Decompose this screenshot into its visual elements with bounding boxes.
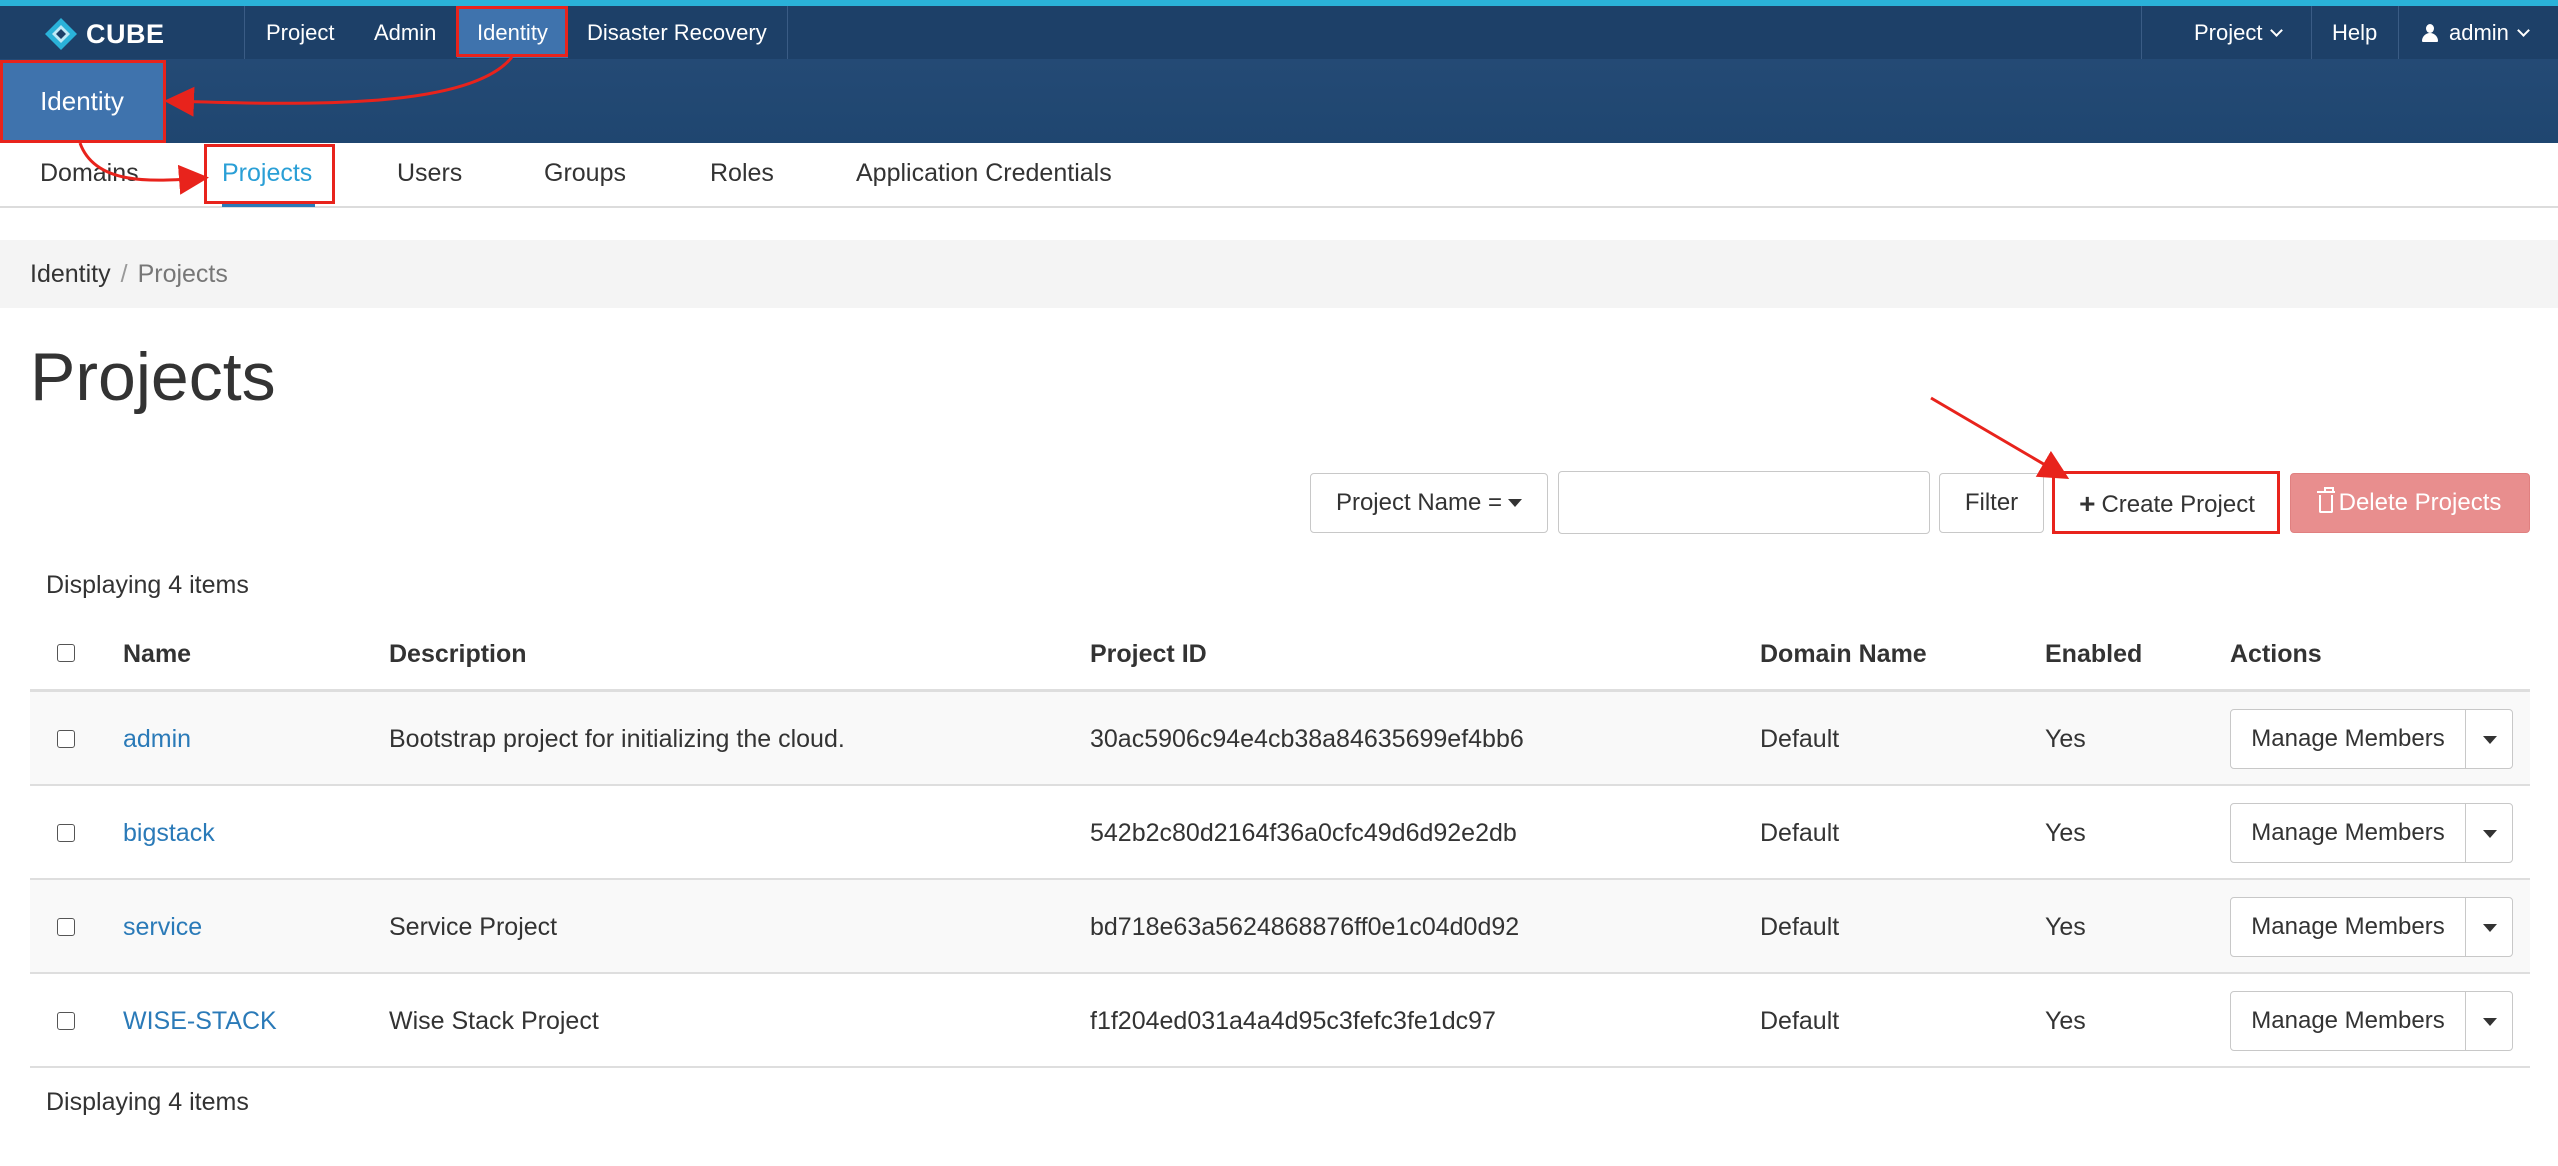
caret-down-icon	[1508, 499, 1523, 507]
column-header-domain-name[interactable]: Domain Name	[1760, 624, 1927, 684]
caret-down-icon	[2483, 830, 2497, 838]
filter-input[interactable]	[1558, 471, 1930, 534]
breadcrumb-identity[interactable]: Identity	[30, 260, 111, 288]
enabled-status: Yes	[2045, 819, 2086, 847]
manage-members-button[interactable]: Manage Members	[2230, 991, 2466, 1051]
table-row: WISE-STACK Wise Stack Project f1f204ed03…	[30, 974, 2530, 1068]
project-name-link[interactable]: admin	[123, 692, 191, 786]
nav-admin[interactable]: Admin	[374, 6, 436, 59]
column-header-actions: Actions	[2230, 640, 2322, 668]
domain-name: Default	[1760, 1007, 1840, 1035]
breadcrumb-separator: /	[120, 260, 128, 288]
item-count-top: Displaying 4 items	[46, 571, 249, 599]
enabled-status: Yes	[2045, 913, 2086, 941]
project-id: 30ac5906c94e4cb38a84635699ef4bb6	[1090, 725, 1524, 753]
page-title: Projects	[30, 339, 276, 415]
row-actions-dropdown[interactable]	[2465, 709, 2513, 769]
filter-field-select[interactable]: Project Name =	[1310, 473, 1548, 533]
row-checkbox[interactable]	[57, 824, 75, 842]
manage-members-button[interactable]: Manage Members	[2230, 803, 2466, 863]
project-description: Wise Stack Project	[389, 1007, 599, 1035]
nav-divider	[2398, 6, 2399, 59]
cube-logo-icon	[44, 17, 78, 51]
highlight-box-nav-identity	[456, 6, 568, 57]
arrow-to-create-project	[1930, 396, 2070, 480]
table-row: service Service Project bd718e63a5624868…	[30, 880, 2530, 974]
caret-down-icon	[2483, 1018, 2497, 1026]
filter-field-label: Project Name =	[1335, 489, 1503, 516]
project-dropdown-label: Project	[2194, 20, 2263, 45]
row-actions-dropdown[interactable]	[2465, 803, 2513, 863]
tab-users[interactable]: Users	[397, 143, 462, 206]
project-description: Bootstrap project for initializing the c…	[389, 725, 845, 753]
highlight-box-tab-projects	[204, 144, 335, 204]
project-dropdown[interactable]: Project	[2194, 6, 2284, 59]
nav-divider	[787, 6, 788, 59]
trash-icon	[2316, 487, 2335, 513]
column-header-name[interactable]: Name	[123, 624, 191, 684]
nav-divider	[244, 6, 245, 59]
panel-header-bar	[0, 59, 2558, 143]
project-description: Service Project	[389, 913, 558, 941]
table-header: Name Description Project ID Domain Name …	[30, 624, 2530, 692]
item-count-bottom: Displaying 4 items	[46, 1088, 249, 1116]
user-name: admin	[2449, 20, 2509, 45]
breadcrumb: Identity / Projects	[0, 240, 2558, 308]
tab-domains[interactable]: Domains	[40, 143, 139, 206]
delete-projects-button[interactable]: Delete Projects	[2290, 473, 2530, 533]
manage-members-button[interactable]: Manage Members	[2230, 709, 2466, 769]
tab-application-credentials[interactable]: Application Credentials	[856, 143, 1112, 206]
tab-groups[interactable]: Groups	[544, 143, 626, 206]
nav-divider	[2141, 6, 2142, 59]
column-header-enabled[interactable]: Enabled	[2045, 624, 2142, 684]
delete-projects-label: Delete Projects	[2338, 489, 2502, 516]
brand-logo[interactable]: CUBE	[44, 14, 165, 54]
project-id: 542b2c80d2164f36a0cfc49d6d92e2db	[1090, 819, 1517, 847]
chevron-down-icon	[2270, 24, 2284, 37]
row-checkbox[interactable]	[57, 918, 75, 936]
filter-button[interactable]: Filter	[1939, 473, 2044, 533]
project-name-link[interactable]: bigstack	[123, 786, 215, 880]
breadcrumb-current: Projects	[137, 260, 228, 288]
brand-name: CUBE	[86, 18, 165, 49]
domain-name: Default	[1760, 819, 1840, 847]
domain-name: Default	[1760, 725, 1840, 753]
table-row: admin Bootstrap project for initializing…	[30, 692, 2530, 786]
select-all-checkbox[interactable]	[57, 644, 75, 662]
help-link[interactable]: Help	[2332, 6, 2377, 59]
highlight-box-create-project	[2052, 471, 2280, 534]
project-name-link[interactable]: service	[123, 880, 202, 974]
caret-down-icon	[2483, 924, 2497, 932]
project-id: bd718e63a5624868876ff0e1c04d0d92	[1090, 913, 1520, 941]
project-id: f1f204ed031a4a4d95c3fefc3fe1dc97	[1090, 1007, 1496, 1035]
enabled-status: Yes	[2045, 1007, 2086, 1035]
chevron-down-icon	[2517, 24, 2530, 37]
identity-tabs: Domains Projects Users Groups Roles Appl…	[0, 143, 2558, 208]
column-header-project-id[interactable]: Project ID	[1090, 624, 1207, 684]
nav-project[interactable]: Project	[266, 6, 334, 59]
top-navbar: CUBE Project Admin Identity Disaster Rec…	[0, 0, 2558, 59]
domain-name: Default	[1760, 913, 1840, 941]
table-row: bigstack 542b2c80d2164f36a0cfc49d6d92e2d…	[30, 786, 2530, 880]
manage-members-button[interactable]: Manage Members	[2230, 897, 2466, 957]
nav-disaster-recovery[interactable]: Disaster Recovery	[587, 6, 767, 59]
row-checkbox[interactable]	[57, 730, 75, 748]
row-actions-dropdown[interactable]	[2465, 991, 2513, 1051]
nav-divider	[2311, 6, 2312, 59]
enabled-status: Yes	[2045, 725, 2086, 753]
tab-roles[interactable]: Roles	[710, 143, 774, 206]
column-header-description[interactable]: Description	[389, 624, 527, 684]
row-actions-dropdown[interactable]	[2465, 897, 2513, 957]
user-menu[interactable]: admin	[2421, 6, 2530, 59]
user-icon	[2421, 24, 2439, 42]
highlight-box-panel-identity	[0, 60, 166, 143]
project-name-link[interactable]: WISE-STACK	[123, 974, 277, 1068]
row-checkbox[interactable]	[57, 1012, 75, 1030]
caret-down-icon	[2483, 736, 2497, 744]
